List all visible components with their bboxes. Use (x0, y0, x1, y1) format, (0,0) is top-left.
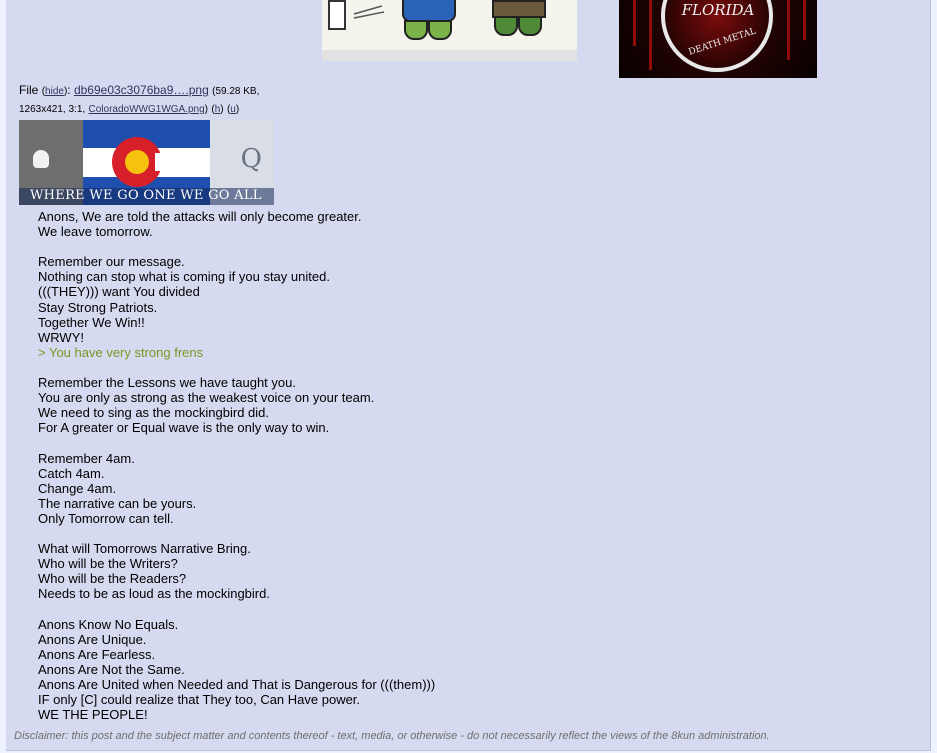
post-line: What will Tomorrows Narrative Bring. (38, 541, 251, 557)
post-line: Who will be the Writers? (38, 556, 178, 572)
cartoon-thumbnail[interactable] (322, 0, 577, 61)
file-name-link[interactable]: db69e03c3076ba9….png (74, 83, 209, 97)
post-line: Needs to be as loud as the mockingbird. (38, 586, 270, 602)
cartoon-arrows-icon (353, 5, 385, 19)
banner-text: WHERE WE GO ONE WE GO ALL (30, 188, 262, 203)
post-line: We need to sing as the mockingbird did. (38, 405, 270, 421)
post-line: Who will be the Readers? (38, 571, 187, 587)
post-line: Anons Are Fearless. (38, 646, 156, 662)
post-line (38, 526, 435, 541)
post-line (38, 239, 435, 254)
post-line: You are only as strong as the weakest vo… (38, 390, 375, 406)
post-line: Anons Are Not the Same. (38, 661, 185, 677)
cartoon-character-foot (404, 20, 428, 40)
cartoon-character-foot (428, 20, 452, 40)
post-line: Anons Are Unique. (38, 631, 147, 647)
post-line (38, 601, 435, 616)
post-line (38, 435, 435, 450)
post-line: Change 4am. (38, 480, 117, 496)
post-line: Only Tomorrow can tell. (38, 510, 174, 526)
file-label: File (19, 83, 39, 97)
post-body: Anons, We are told the attacks will only… (38, 209, 435, 722)
hide-link[interactable]: hide (45, 86, 64, 97)
svg-text:DEATH METAL: DEATH METAL (687, 26, 757, 57)
post-line: WE THE PEOPLE! (38, 707, 148, 723)
post-line: Remember the Lessons we have taught you. (38, 375, 296, 391)
file-size: 59.28 KB, (215, 86, 260, 97)
post-line: Remember our message. (38, 254, 185, 270)
cartoon-frog-foot (518, 16, 542, 36)
death-metal-logo-thumbnail[interactable]: FLORIDA DEATH METAL (619, 0, 817, 78)
original-filename-link[interactable]: ColoradoWWG1WGA.png (89, 104, 205, 115)
skull-icon (33, 150, 49, 168)
cartoon-light-switch (328, 0, 346, 30)
post-line: Nothing can stop what is coming if you s… (38, 269, 330, 285)
post-line: Anons Are United when Needed and That is… (38, 676, 436, 692)
post-line: Stay Strong Patriots. (38, 299, 158, 315)
file-info: File (hide): db69e03c3076ba9….png (59.28… (19, 83, 260, 115)
post-line: (((THEY))) want You divided (38, 284, 200, 300)
post-line: Remember 4am. (38, 450, 135, 466)
greentext-line: > You have very strong frens (38, 344, 204, 360)
cartoon-frog-foot (494, 16, 518, 36)
cartoon-frog (492, 0, 546, 36)
svg-text:FLORIDA: FLORIDA (681, 1, 755, 19)
post-line: Together We Win!! (38, 314, 145, 330)
file-dimensions: 1263x421, 3:1, (19, 104, 86, 115)
post-line: We leave tomorrow. (38, 224, 153, 240)
post-container: FLORIDA DEATH METAL File (hide): db69e03… (6, 0, 931, 751)
post-line: Catch 4am. (38, 465, 105, 481)
post-image-colorado-flag[interactable]: Q WHERE WE GO ONE WE GO ALL (19, 120, 274, 205)
post-line (38, 360, 435, 375)
post-line: Anons, We are told the attacks will only… (38, 209, 362, 224)
cartoon-character-shirt (402, 0, 456, 22)
disclaimer: Disclaimer: this post and the subject ma… (14, 730, 770, 742)
post-line: Anons Know No Equals. (38, 616, 179, 632)
logo-lettering: FLORIDA DEATH METAL (681, 1, 758, 58)
cartoon-floor (322, 50, 577, 61)
post-line: IF only [C] could realize that They too,… (38, 692, 361, 707)
q-letter: Q (240, 144, 262, 174)
post-line: WRWY! (38, 329, 84, 345)
post-line: For A greater or Equal wave is the only … (38, 420, 330, 436)
post-line: The narrative can be yours. (38, 495, 197, 511)
